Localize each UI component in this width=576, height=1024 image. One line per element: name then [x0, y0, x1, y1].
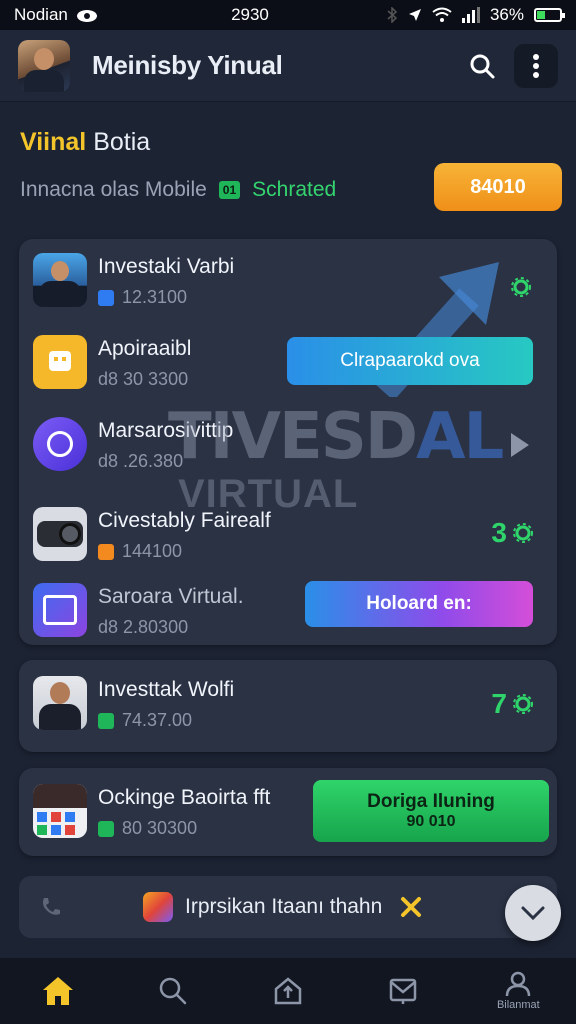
avatar[interactable]	[18, 39, 70, 92]
battery-percent: 36%	[489, 5, 524, 24]
nav-profile[interactable]: Bilanmat	[473, 958, 563, 1024]
app-bar: Meinisby Yinual	[0, 30, 576, 102]
item-subtitle-row: 74.37.00	[98, 710, 192, 731]
item-title: Ockinge Baoirta fft	[98, 786, 271, 809]
section-subtitle: Innacna olas Mobile	[20, 178, 207, 201]
carrier-label: Nodian	[14, 5, 68, 24]
notification-text: Irprsikan Itaanı thahn	[185, 895, 383, 918]
nav-upload[interactable]	[243, 958, 333, 1024]
app-title: Meinisby Yinual	[92, 50, 283, 80]
item-count-value: 3	[491, 517, 507, 548]
clock: 2930	[231, 5, 269, 24]
item-subtitle: 80 30300	[122, 818, 198, 838]
battery-icon	[534, 8, 565, 22]
action-button-label: Doriga Iluning	[367, 791, 495, 812]
item-subtitle-row: d8 30 3300	[98, 369, 188, 390]
investment-list-card: Investaki Varbi 12.3100 Apoiraaibl d8 30…	[19, 239, 557, 645]
item-title: Apoiraaibl	[98, 337, 192, 360]
bluetooth-icon	[387, 7, 398, 23]
nav-search[interactable]	[128, 958, 218, 1024]
signal-icon	[461, 7, 480, 23]
item-subtitle-row: 12.3100	[98, 287, 187, 308]
home-icon	[42, 977, 73, 1005]
list-item[interactable]: Investaki Varbi 12.3100	[19, 239, 557, 321]
chevron-down-icon	[521, 906, 545, 921]
item-subtitle: 12.3100	[122, 287, 188, 307]
user-icon	[506, 971, 531, 997]
list-item[interactable]: Civestably Fairealf 144100 3	[19, 493, 557, 575]
window-app-icon	[33, 583, 87, 637]
camera-thumbnail	[33, 507, 87, 561]
bottom-nav: Bilanmat	[0, 958, 576, 1024]
nav-messages[interactable]	[358, 958, 448, 1024]
notification-bar[interactable]: Irprsikan Itaanı thahn	[19, 876, 557, 938]
wifi-icon	[432, 7, 452, 22]
list-item[interactable]: Marsarosivittip d8 .26.380	[19, 403, 557, 485]
action-button[interactable]: Clrapaarokd ova	[287, 337, 533, 385]
search-icon	[470, 54, 495, 78]
status-bar: Nodian 2930 36%	[0, 0, 576, 30]
action-button[interactable]: Doriga Iluning 90 010	[313, 780, 549, 842]
item-title: Investaki Varbi	[98, 255, 235, 278]
brain-app-icon	[33, 417, 87, 471]
person-thumbnail	[33, 253, 87, 307]
more-menu-button[interactable]	[514, 43, 558, 88]
item-subtitle: 144100	[122, 541, 183, 561]
item-subtitle-row: 80 30300	[98, 818, 197, 839]
nav-home[interactable]	[13, 958, 103, 1024]
location-icon	[408, 9, 421, 21]
more-vertical-icon	[533, 53, 539, 78]
gear-icon[interactable]	[513, 694, 533, 714]
balance-button[interactable]: 84010	[434, 163, 562, 211]
investment-card[interactable]: Investtak Wolfi 74.37.00 7	[19, 660, 557, 752]
list-item[interactable]: Apoiraaibl d8 30 3300 Clrapaarokd ova	[19, 321, 557, 403]
item-subtitle-row: 144100	[98, 541, 182, 562]
item-title: Civestably Fairealf	[98, 509, 271, 532]
item-title: Investtak Wolfi	[98, 678, 235, 701]
gear-icon[interactable]	[513, 523, 533, 543]
collage-thumbnail	[33, 784, 87, 838]
item-title: Saroara Virtual.	[98, 585, 244, 608]
section-title-rest: Botia	[93, 128, 151, 156]
item-count: 3	[491, 517, 533, 549]
item-title: Marsarosivittip	[98, 419, 234, 442]
item-count: 7	[491, 688, 533, 720]
tag-icon	[98, 712, 114, 729]
shield-icon	[98, 289, 114, 306]
search-button[interactable]	[460, 44, 504, 88]
list-item[interactable]: Saroara Virtual. d8 2.80300 Holoard en:	[19, 569, 557, 651]
search-icon	[159, 977, 187, 1005]
item-subtitle-row: d8 .26.380	[98, 451, 183, 472]
section-title: Viinal Botia	[20, 128, 150, 157]
folder-app-icon	[33, 335, 87, 389]
status-text: Schrated	[252, 178, 337, 201]
tag-icon	[98, 543, 114, 560]
phone-icon[interactable]	[39, 895, 63, 919]
upload-icon	[274, 977, 302, 1005]
notification-app-icon	[143, 892, 173, 922]
close-icon[interactable]	[400, 896, 422, 918]
gear-icon[interactable]	[511, 277, 531, 297]
item-subtitle: d8 .26.380	[98, 451, 184, 471]
item-subtitle: d8 2.80300	[98, 617, 189, 637]
expand-button[interactable]	[505, 885, 561, 941]
section-subtitle-row: Innacna olas Mobile 01 Schrated	[20, 178, 336, 202]
mail-icon	[389, 978, 417, 1004]
item-subtitle: d8 30 3300	[98, 369, 189, 389]
status-tag: 01	[218, 181, 241, 199]
person-thumbnail	[33, 676, 87, 730]
investment-card[interactable]: Ockinge Baoirta fft 80 30300 Doriga Ilun…	[19, 768, 557, 856]
cloud-icon	[76, 10, 97, 22]
item-subtitle: 74.37.00	[122, 710, 193, 730]
item-subtitle-row: d8 2.80300	[98, 617, 188, 638]
play-icon[interactable]	[509, 431, 531, 459]
action-button[interactable]: Holoard en:	[305, 581, 533, 627]
tag-icon	[98, 820, 114, 837]
item-count-value: 7	[491, 688, 507, 719]
nav-profile-label: Bilanmat	[496, 999, 540, 1011]
action-button-sublabel: 90 010	[406, 813, 456, 830]
section-title-highlight: Viinal	[20, 128, 87, 156]
